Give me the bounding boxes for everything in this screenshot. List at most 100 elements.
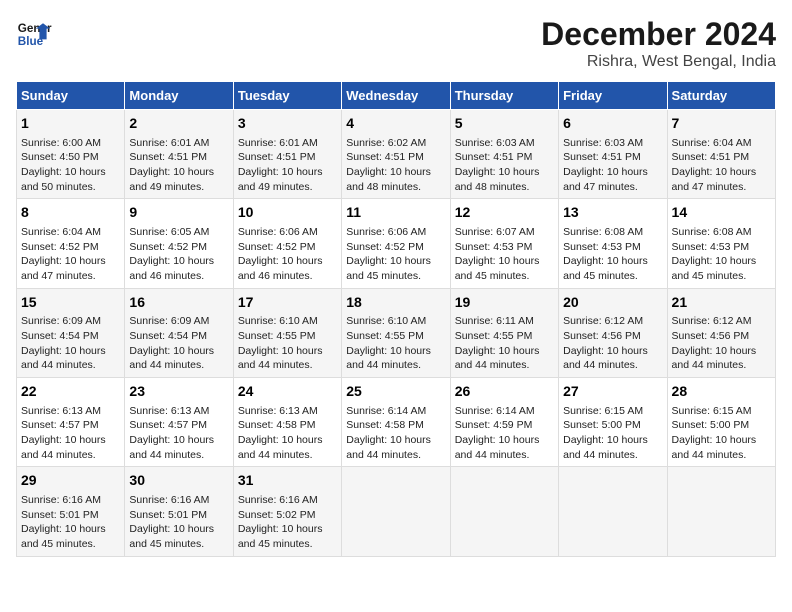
cell-info: Sunrise: 6:10 AM bbox=[238, 314, 337, 329]
cell-info: Sunrise: 6:14 AM bbox=[346, 404, 445, 419]
header-saturday: Saturday bbox=[667, 82, 775, 110]
cell-info: and 44 minutes. bbox=[129, 358, 228, 373]
cell-info: Sunrise: 6:14 AM bbox=[455, 404, 554, 419]
calendar-cell: 27Sunrise: 6:15 AMSunset: 5:00 PMDayligh… bbox=[559, 378, 667, 467]
cell-info: Sunrise: 6:12 AM bbox=[672, 314, 771, 329]
cell-info: Sunrise: 6:08 AM bbox=[563, 225, 662, 240]
cell-info: and 45 minutes. bbox=[346, 269, 445, 284]
day-number: 12 bbox=[455, 203, 554, 223]
cell-info: Sunset: 4:51 PM bbox=[346, 150, 445, 165]
cell-info: Daylight: 10 hours bbox=[21, 433, 120, 448]
cell-info: Daylight: 10 hours bbox=[455, 433, 554, 448]
cell-info: Sunrise: 6:11 AM bbox=[455, 314, 554, 329]
cell-info: Sunrise: 6:04 AM bbox=[21, 225, 120, 240]
header-friday: Friday bbox=[559, 82, 667, 110]
cell-info: Daylight: 10 hours bbox=[129, 522, 228, 537]
cell-info: and 45 minutes. bbox=[129, 537, 228, 552]
cell-info: Sunset: 5:02 PM bbox=[238, 508, 337, 523]
day-number: 18 bbox=[346, 293, 445, 313]
calendar-cell: 7Sunrise: 6:04 AMSunset: 4:51 PMDaylight… bbox=[667, 110, 775, 199]
calendar-week-row: 29Sunrise: 6:16 AMSunset: 5:01 PMDayligh… bbox=[17, 467, 776, 556]
calendar-cell: 22Sunrise: 6:13 AMSunset: 4:57 PMDayligh… bbox=[17, 378, 125, 467]
cell-info: Sunset: 4:52 PM bbox=[21, 240, 120, 255]
calendar-cell bbox=[667, 467, 775, 556]
cell-info: Sunrise: 6:12 AM bbox=[563, 314, 662, 329]
cell-info: Sunset: 4:53 PM bbox=[672, 240, 771, 255]
cell-info: Daylight: 10 hours bbox=[455, 254, 554, 269]
cell-info: Sunrise: 6:15 AM bbox=[563, 404, 662, 419]
cell-info: and 44 minutes. bbox=[238, 448, 337, 463]
cell-info: and 47 minutes. bbox=[21, 269, 120, 284]
title-block: December 2024 Rishra, West Bengal, India bbox=[541, 16, 776, 71]
cell-info: and 46 minutes. bbox=[238, 269, 337, 284]
cell-info: Daylight: 10 hours bbox=[563, 344, 662, 359]
svg-text:General: General bbox=[18, 22, 52, 35]
calendar-cell: 20Sunrise: 6:12 AMSunset: 4:56 PMDayligh… bbox=[559, 288, 667, 377]
cell-info: Sunset: 5:01 PM bbox=[21, 508, 120, 523]
cell-info: and 45 minutes. bbox=[672, 269, 771, 284]
cell-info: Daylight: 10 hours bbox=[21, 522, 120, 537]
header-wednesday: Wednesday bbox=[342, 82, 450, 110]
day-number: 17 bbox=[238, 293, 337, 313]
day-number: 28 bbox=[672, 382, 771, 402]
day-number: 31 bbox=[238, 471, 337, 491]
cell-info: Daylight: 10 hours bbox=[346, 165, 445, 180]
day-number: 9 bbox=[129, 203, 228, 223]
cell-info: and 44 minutes. bbox=[563, 448, 662, 463]
calendar-cell: 17Sunrise: 6:10 AMSunset: 4:55 PMDayligh… bbox=[233, 288, 341, 377]
cell-info: Sunset: 4:51 PM bbox=[129, 150, 228, 165]
cell-info: Sunset: 4:53 PM bbox=[563, 240, 662, 255]
cell-info: Daylight: 10 hours bbox=[346, 433, 445, 448]
cell-info: Daylight: 10 hours bbox=[129, 433, 228, 448]
subtitle: Rishra, West Bengal, India bbox=[541, 53, 776, 71]
day-number: 8 bbox=[21, 203, 120, 223]
cell-info: Daylight: 10 hours bbox=[672, 165, 771, 180]
cell-info: Sunrise: 6:08 AM bbox=[672, 225, 771, 240]
day-number: 27 bbox=[563, 382, 662, 402]
cell-info: Sunrise: 6:13 AM bbox=[238, 404, 337, 419]
cell-info: Sunset: 4:51 PM bbox=[238, 150, 337, 165]
calendar-cell: 30Sunrise: 6:16 AMSunset: 5:01 PMDayligh… bbox=[125, 467, 233, 556]
cell-info: Daylight: 10 hours bbox=[238, 433, 337, 448]
header-tuesday: Tuesday bbox=[233, 82, 341, 110]
cell-info: Sunset: 4:51 PM bbox=[672, 150, 771, 165]
calendar-header-row: SundayMondayTuesdayWednesdayThursdayFrid… bbox=[17, 82, 776, 110]
cell-info: Daylight: 10 hours bbox=[563, 254, 662, 269]
day-number: 13 bbox=[563, 203, 662, 223]
cell-info: Daylight: 10 hours bbox=[455, 165, 554, 180]
cell-info: and 44 minutes. bbox=[672, 358, 771, 373]
cell-info: Sunrise: 6:03 AM bbox=[563, 136, 662, 151]
calendar-cell: 23Sunrise: 6:13 AMSunset: 4:57 PMDayligh… bbox=[125, 378, 233, 467]
cell-info: and 46 minutes. bbox=[129, 269, 228, 284]
cell-info: Daylight: 10 hours bbox=[238, 165, 337, 180]
calendar-cell: 28Sunrise: 6:15 AMSunset: 5:00 PMDayligh… bbox=[667, 378, 775, 467]
cell-info: Sunrise: 6:16 AM bbox=[129, 493, 228, 508]
cell-info: Sunset: 4:53 PM bbox=[455, 240, 554, 255]
day-number: 5 bbox=[455, 114, 554, 134]
cell-info: Sunset: 4:51 PM bbox=[563, 150, 662, 165]
cell-info: and 48 minutes. bbox=[346, 180, 445, 195]
cell-info: Sunset: 4:57 PM bbox=[21, 418, 120, 433]
cell-info: Sunrise: 6:06 AM bbox=[238, 225, 337, 240]
day-number: 15 bbox=[21, 293, 120, 313]
cell-info: Daylight: 10 hours bbox=[455, 344, 554, 359]
day-number: 19 bbox=[455, 293, 554, 313]
cell-info: Sunset: 4:58 PM bbox=[346, 418, 445, 433]
cell-info: Sunrise: 6:09 AM bbox=[129, 314, 228, 329]
day-number: 20 bbox=[563, 293, 662, 313]
cell-info: Sunrise: 6:16 AM bbox=[21, 493, 120, 508]
cell-info: Sunrise: 6:05 AM bbox=[129, 225, 228, 240]
calendar-cell: 24Sunrise: 6:13 AMSunset: 4:58 PMDayligh… bbox=[233, 378, 341, 467]
cell-info: Sunrise: 6:01 AM bbox=[238, 136, 337, 151]
calendar-cell: 1Sunrise: 6:00 AMSunset: 4:50 PMDaylight… bbox=[17, 110, 125, 199]
cell-info: Sunset: 4:50 PM bbox=[21, 150, 120, 165]
cell-info: Sunset: 5:00 PM bbox=[672, 418, 771, 433]
cell-info: and 49 minutes. bbox=[129, 180, 228, 195]
calendar-cell: 31Sunrise: 6:16 AMSunset: 5:02 PMDayligh… bbox=[233, 467, 341, 556]
cell-info: Sunset: 4:54 PM bbox=[21, 329, 120, 344]
cell-info: Sunrise: 6:15 AM bbox=[672, 404, 771, 419]
logo-icon: General Blue bbox=[16, 16, 52, 52]
cell-info: Sunrise: 6:01 AM bbox=[129, 136, 228, 151]
cell-info: Sunset: 4:52 PM bbox=[346, 240, 445, 255]
cell-info: Daylight: 10 hours bbox=[563, 433, 662, 448]
